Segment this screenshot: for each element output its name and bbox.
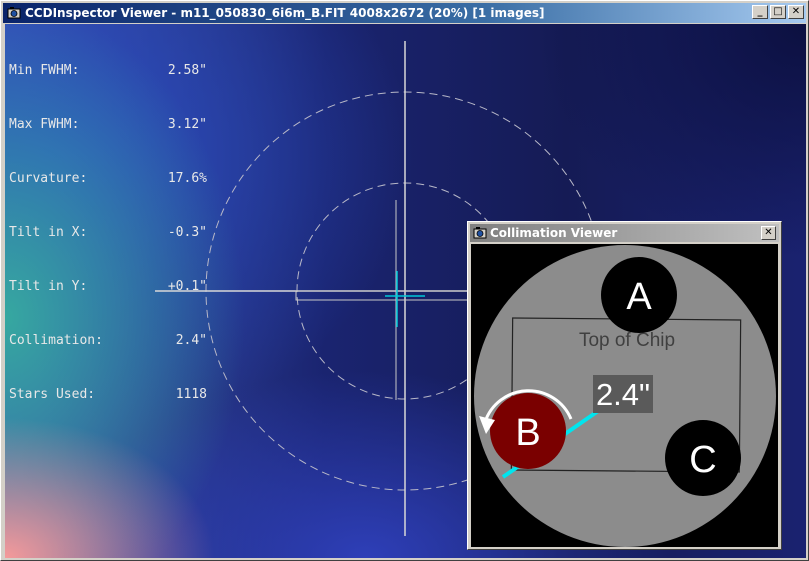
- close-button[interactable]: ✕: [788, 5, 804, 19]
- app-icon[interactable]: [7, 6, 21, 20]
- collimation-value: 2.4": [596, 377, 650, 412]
- statistics-panel: Min FWHM: 2.58" Max FWHM: 3.12" Curvature:…: [9, 26, 207, 440]
- stat-row-collimation: Collimation: 2.4": [9, 333, 207, 348]
- stat-row-tilt-y: Tilt in Y: +0.1": [9, 279, 207, 294]
- collimation-viewer-title-bar[interactable]: Collimation Viewer ✕: [470, 224, 779, 242]
- stat-row-stars-used: Stars Used: 1118: [9, 387, 207, 402]
- window-title: CCDInspector Viewer - m11_050830_6i6m_B.…: [25, 6, 545, 20]
- stat-row-max-fwhm: Max FWHM: 3.12": [9, 117, 207, 132]
- collimation-viewer-title: Collimation Viewer: [490, 226, 618, 240]
- collimation-diagram: Top of Chip A C B 2.4": [474, 245, 776, 547]
- collimation-viewer-close-button[interactable]: ✕: [761, 226, 776, 240]
- maximize-button[interactable]: □: [770, 5, 786, 19]
- title-bar[interactable]: CCDInspector Viewer - m11_050830_6i6m_B.…: [3, 3, 806, 23]
- stat-row-min-fwhm: Min FWHM: 2.58": [9, 63, 207, 78]
- app-icon: [473, 227, 487, 239]
- marker-a-label: A: [626, 276, 652, 318]
- marker-c-label: C: [689, 439, 716, 481]
- collimation-viewer-window: Collimation Viewer ✕ Top of Chip A C B 2…: [467, 221, 782, 550]
- chip-label: Top of Chip: [579, 330, 675, 351]
- minimize-button[interactable]: _: [752, 5, 768, 19]
- marker-b-label: B: [515, 412, 540, 454]
- collimation-canvas: Top of Chip A C B 2.4": [471, 244, 778, 547]
- stat-row-curvature: Curvature: 17.6%: [9, 171, 207, 186]
- stat-row-tilt-x: Tilt in X: -0.3": [9, 225, 207, 240]
